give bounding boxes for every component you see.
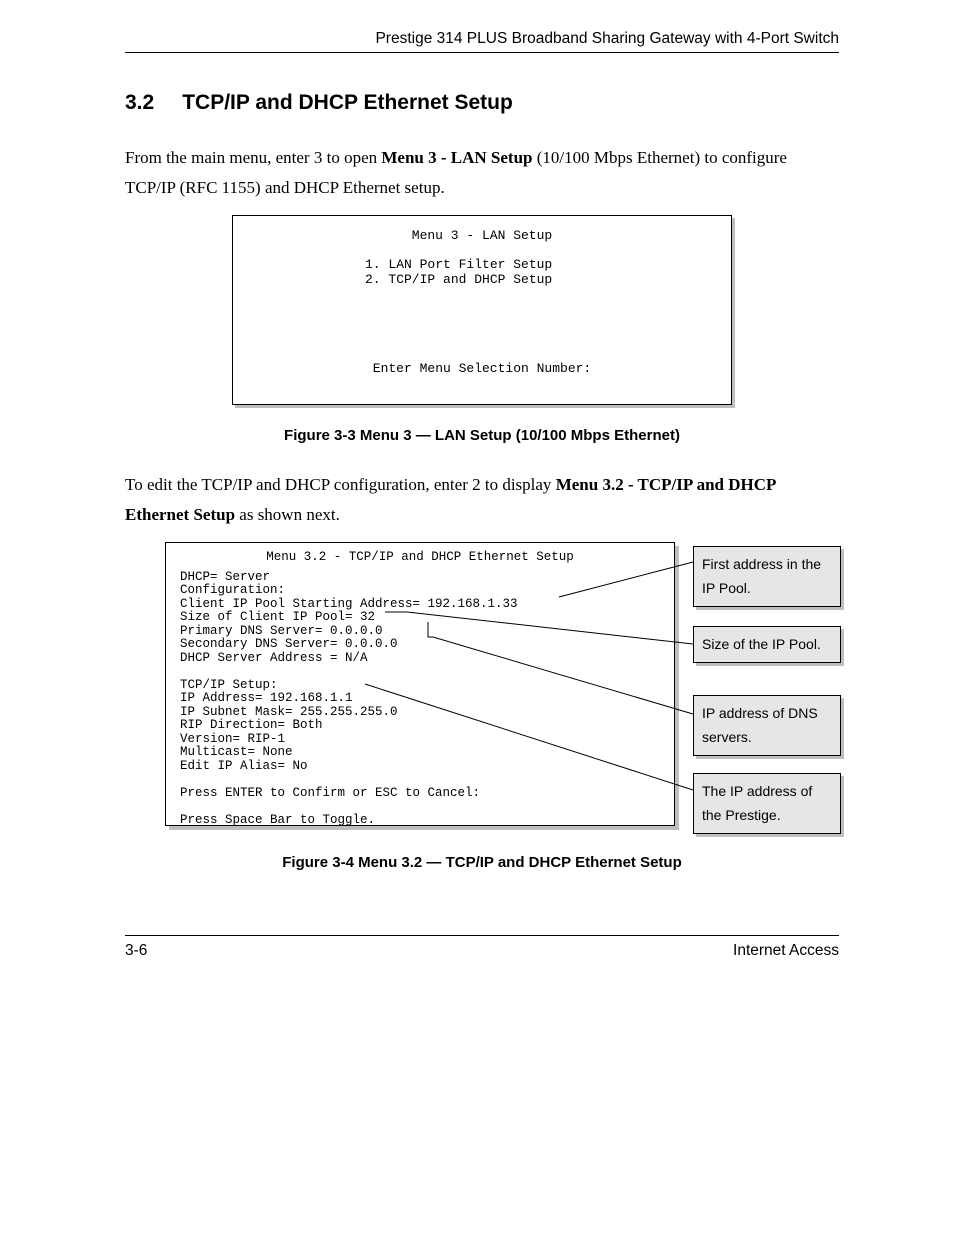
para2-pre: To edit the TCP/IP and DHCP configuratio… [125,475,556,494]
menu32-line: Press Space Bar to Toggle. [180,814,660,828]
section-number: 3.2 [125,91,154,115]
figure-3-3-caption: Figure 3-3 Menu 3 — LAN Setup (10/100 Mb… [125,427,839,444]
figure-3-3: Menu 3 - LAN Setup 1. LAN Port Filter Se… [125,215,839,405]
callout-prestige-ip: The IP address of the Prestige. [693,773,841,834]
menu32-line: Secondary DNS Server= 0.0.0.0 [180,638,660,652]
menu32-line: RIP Direction= Both [180,719,660,733]
menu32-line: DHCP Server Address = N/A [180,652,660,666]
menu32-line: Configuration: [180,584,660,598]
menu32-line: Size of Client IP Pool= 32 [180,611,660,625]
figure-3-4-caption: Figure 3-4 Menu 3.2 — TCP/IP and DHCP Et… [125,854,839,871]
menu32-line: IP Address= 192.168.1.1 [180,692,660,706]
menu32-title: Menu 3.2 - TCP/IP and DHCP Ethernet Setu… [180,551,660,565]
footer-rule [125,935,839,936]
menu3-item-1: 1. LAN Port Filter Setup [365,257,711,272]
para1-bold: Menu 3 - LAN Setup [381,148,532,167]
menu32-line: Client IP Pool Starting Address= 192.168… [180,598,660,612]
menu32-line: Press ENTER to Confirm or ESC to Cancel: [180,787,660,801]
footer-section: Internet Access [733,942,839,960]
menu3-title: Menu 3 - LAN Setup [253,228,711,243]
menu32-line: Edit IP Alias= No [180,760,660,774]
running-header: Prestige 314 PLUS Broadband Sharing Gate… [125,30,839,48]
section-heading: 3.2 TCP/IP and DHCP Ethernet Setup [125,91,839,115]
header-rule [125,52,839,53]
menu32-line [180,665,660,679]
paragraph-1: From the main menu, enter 3 to open Menu… [125,143,839,203]
figure-3-4: Menu 3.2 - TCP/IP and DHCP Ethernet Setu… [165,542,879,832]
menu32-line [180,773,660,787]
menu32-line [180,800,660,814]
paragraph-2: To edit the TCP/IP and DHCP configuratio… [125,470,839,530]
callout-pool-size: Size of the IP Pool. [693,626,841,663]
page: Prestige 314 PLUS Broadband Sharing Gate… [0,0,954,980]
menu32-line: Primary DNS Server= 0.0.0.0 [180,625,660,639]
section-title: TCP/IP and DHCP Ethernet Setup [182,91,513,114]
menu3-prompt: Enter Menu Selection Number: [233,361,731,376]
menu32-line: IP Subnet Mask= 255.255.255.0 [180,706,660,720]
menu32-line: Multicast= None [180,746,660,760]
page-number: 3-6 [125,942,147,960]
menu32-line: DHCP= Server [180,571,660,585]
callout-first-address: First address in the IP Pool. [693,546,841,607]
para2-post: as shown next. [235,505,340,524]
callout-dns-ip: IP address of DNS servers. [693,695,841,756]
menu3-item-2: 2. TCP/IP and DHCP Setup [365,272,711,287]
menu3-box: Menu 3 - LAN Setup 1. LAN Port Filter Se… [232,215,732,405]
page-footer: 3-6 Internet Access [125,942,839,980]
menu32-line: Version= RIP-1 [180,733,660,747]
menu32-line: TCP/IP Setup: [180,679,660,693]
menu32-box: Menu 3.2 - TCP/IP and DHCP Ethernet Setu… [165,542,675,826]
para1-pre: From the main menu, enter 3 to open [125,148,381,167]
menu3-items: 1. LAN Port Filter Setup 2. TCP/IP and D… [365,257,711,287]
